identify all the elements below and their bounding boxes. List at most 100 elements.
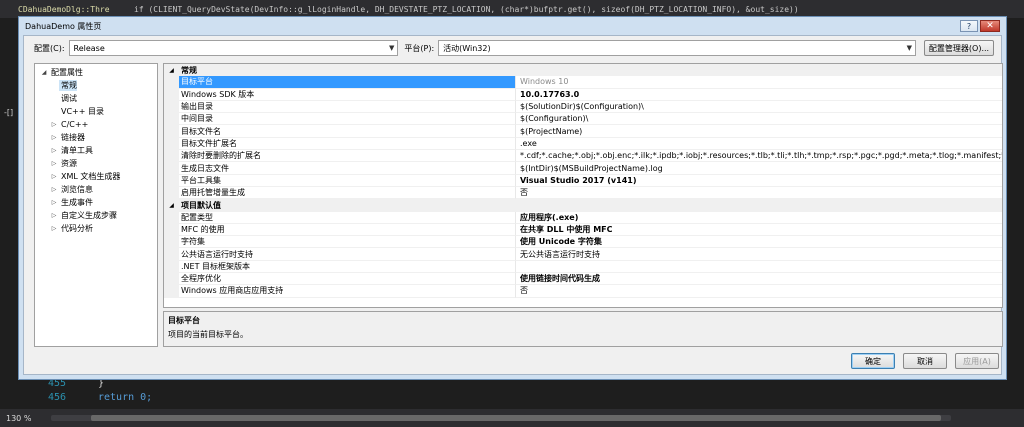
tree-item[interactable]: 调试 [35,92,157,105]
tree-item-label: 浏览信息 [61,185,93,194]
tree-item[interactable]: VC++ 目录 [35,105,157,118]
property-value[interactable]: Windows 10 [515,76,1002,89]
property-row[interactable]: 生成日志文件 $(IntDir)$(MSBuildProjectName).log [164,162,1002,175]
cancel-button[interactable]: 取消 [903,353,947,369]
property-row[interactable]: 平台工具集 Visual Studio 2017 (v141) [164,174,1002,187]
property-row[interactable]: 启用托管增量生成否 [164,186,1002,200]
config-bar: 配置(C): Release ▼ 平台(P): 活动(Win32) ▼ 配置管理… [34,40,994,56]
tree-item[interactable]: ▷ 代码分析 [35,222,157,235]
platform-select[interactable]: 活动(Win32) ▼ [438,40,916,56]
description-panel: 目标平台 项目的当前目标平台。 [163,311,1003,347]
line-number: 456 [47,392,66,403]
row-gutter [164,211,179,224]
horizontal-scrollbar[interactable] [51,415,952,421]
property-category[interactable]: ◢ 项目默认值 [164,199,1002,212]
expand-arrow-icon[interactable]: ▷ [49,199,59,206]
tree-item[interactable]: ◢ 配置属性 [35,66,157,79]
property-row[interactable]: 输出目录 $(SolutionDir)$(Configuration)\ [164,100,1002,114]
expand-arrow-icon[interactable]: ▷ [49,186,59,193]
expand-arrow-icon[interactable]: ▷ [49,212,59,219]
property-value[interactable]: 10.0.17763.0 [515,88,1002,101]
expand-arrow-icon[interactable]: ▷ [49,147,59,154]
property-row[interactable]: 中间目录 $(Configuration)\ [164,113,1002,126]
property-row[interactable]: 目标文件扩展名 .exe [164,137,1002,151]
property-row[interactable]: 目标文件名 $(ProjectName) [164,125,1002,138]
row-gutter [164,125,179,138]
zoom-level[interactable]: 130 % [6,414,31,423]
row-gutter [164,137,179,151]
tree-item[interactable]: ▷ 链接器 [35,131,157,144]
tree-item[interactable]: ▷ C/C++ [35,118,157,131]
collapse-arrow-icon[interactable]: ◢ [164,64,179,77]
row-gutter [164,260,179,274]
property-row[interactable]: MFC 的使用 在共享 DLL 中使用 MFC [164,223,1002,237]
help-button[interactable]: ? [960,20,978,32]
property-row[interactable]: .NET 目标框架版本 [164,260,1002,274]
platform-value: 活动(Win32) [443,43,491,53]
ide-status-bar: 130 % [0,409,1024,427]
property-row[interactable]: 配置类型 应用程序(.exe) [164,211,1002,224]
expand-arrow-icon[interactable]: ▷ [49,225,59,232]
ok-button[interactable]: 确定 [851,353,895,369]
expand-arrow-icon[interactable]: ◢ [39,69,49,76]
property-value[interactable]: 使用 Unicode 字符集 [515,236,1002,249]
property-value[interactable]: *.cdf;*.cache;*.obj;*.obj.enc;*.ilk;*.ip… [515,150,1002,163]
code-editor[interactable]: 455} 456 return 0; [40,378,340,406]
property-value[interactable]: 在共享 DLL 中使用 MFC [515,223,1002,237]
tree-item[interactable]: ▷ 清单工具 [35,144,157,157]
property-value[interactable]: 无公共语言运行时支持 [515,248,1002,261]
description-text: 项目的当前目标平台。 [168,330,248,339]
row-gutter [164,273,179,286]
config-value: Release [73,43,105,53]
tree-item-label: VC++ 目录 [61,107,105,116]
property-value[interactable]: 否 [515,285,1002,298]
property-row[interactable]: 目标平台 Windows 10 [164,76,1002,89]
property-value[interactable]: $(IntDir)$(MSBuildProjectName).log [515,162,1002,175]
property-row[interactable]: 清除时要删除的扩展名 *.cdf;*.cache;*.obj;*.obj.enc;… [164,150,1002,163]
property-value[interactable]: Visual Studio 2017 (v141) [515,174,1002,187]
tree-item[interactable]: ▷ 自定义生成步骤 [35,209,157,222]
property-row[interactable]: Windows SDK 版本 10.0.17763.0 [164,88,1002,101]
code-line-top: if (CLIENT_QueryDevState(DevInfo::g_lLog… [134,4,799,14]
property-name: 配置类型 [179,212,515,224]
apply-button[interactable]: 应用(A) [955,353,999,369]
tree-item[interactable]: ▷ XML 文档生成器 [35,170,157,183]
config-manager-button[interactable]: 配置管理器(O)... [924,40,994,56]
close-button[interactable]: ✕ [980,20,1000,32]
category-tree[interactable]: ◢ 配置属性 常规 调试 VC++ 目录 ▷ C/C++ ▷ 链接器 ▷ 清单工具 ▷ 资源 ▷ XML 文… [34,63,158,347]
property-category[interactable]: ◢ 常规 [164,64,1002,77]
dialog-body: 配置(C): Release ▼ 平台(P): 活动(Win32) ▼ 配置管理… [23,35,1003,375]
row-gutter [164,236,179,249]
property-value[interactable]: $(ProjectName) [515,125,1002,138]
tree-item[interactable]: ▷ 资源 [35,157,157,170]
property-value[interactable]: 否 [515,186,1002,200]
property-value[interactable]: .exe [515,137,1002,151]
class-dropdown[interactable]: CDahuaDemoDlg::Threac [0,5,110,14]
property-value[interactable]: $(SolutionDir)$(Configuration)\ [515,100,1002,114]
property-value[interactable] [515,260,1002,274]
config-select[interactable]: Release ▼ [68,40,399,56]
collapse-arrow-icon[interactable]: ◢ [164,199,179,212]
property-row[interactable]: 公共语言运行时支持 无公共语言运行时支持 [164,248,1002,261]
property-name: 字符集 [179,236,515,249]
property-name: 目标文件扩展名 [179,138,515,151]
property-row[interactable]: 全程序优化 使用链接时间代码生成 [164,273,1002,286]
property-name: 生成日志文件 [179,162,515,175]
category-label: 项目默认值 [181,200,221,210]
row-gutter [164,113,179,126]
expand-arrow-icon[interactable]: ▷ [49,160,59,167]
property-name: Windows SDK 版本 [179,89,515,101]
property-value[interactable]: 应用程序(.exe) [515,211,1002,224]
property-value[interactable]: 使用链接时间代码生成 [515,273,1002,286]
property-row[interactable]: Windows 应用商店应用支持否 [164,285,1002,298]
expand-arrow-icon[interactable]: ▷ [49,121,59,128]
tree-item[interactable]: ▷ 生成事件 [35,196,157,209]
expand-arrow-icon[interactable]: ▷ [49,134,59,141]
code-line: 455} [40,378,340,392]
property-row[interactable]: 字符集 使用 Unicode 字符集 [164,236,1002,249]
tree-item[interactable]: ▷ 浏览信息 [35,183,157,196]
expand-arrow-icon[interactable]: ▷ [49,173,59,180]
property-value[interactable]: $(Configuration)\ [515,113,1002,126]
tree-item[interactable]: 常规 [35,79,157,92]
property-grid[interactable]: ◢ 常规 目标平台 Windows 10 Windows SDK 版本 10.0.1776… [163,63,1003,308]
